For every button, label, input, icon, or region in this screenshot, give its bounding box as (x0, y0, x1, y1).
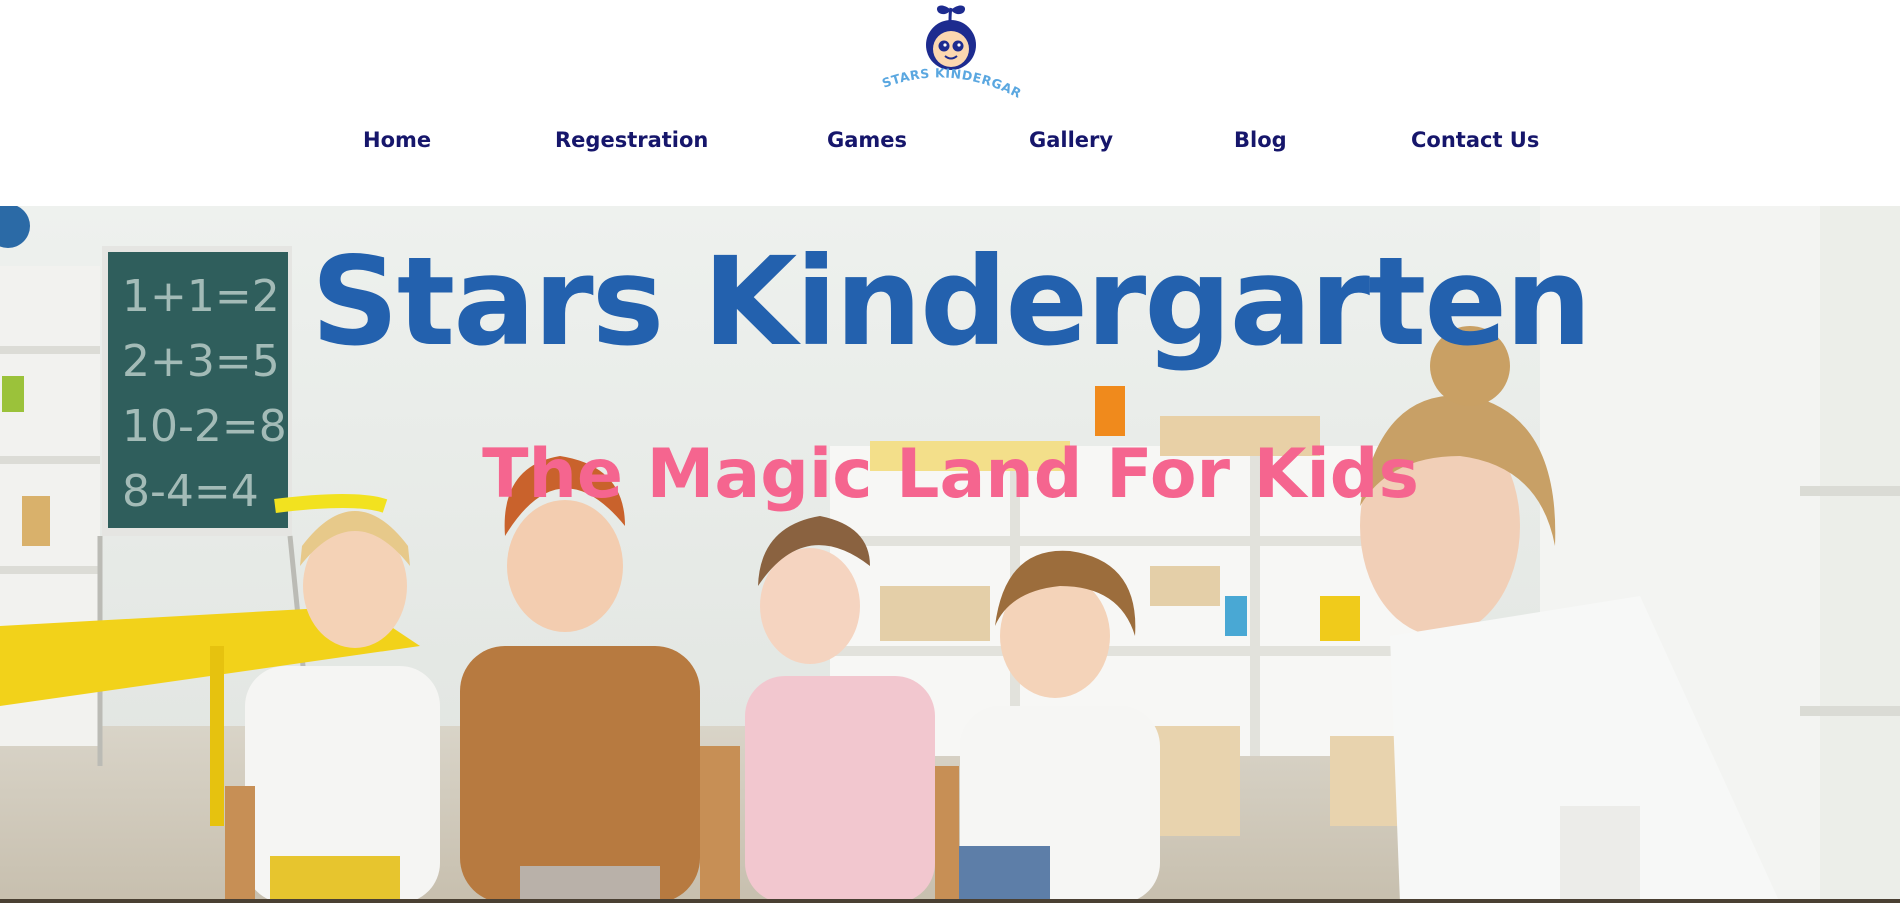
site-logo[interactable]: STARS KINDERGARTEN (872, 0, 1028, 112)
nav-gallery[interactable]: Gallery (1029, 128, 1113, 152)
site-header: STARS KINDERGARTEN Home Regestration Gam… (0, 0, 1901, 206)
nav-contact-us[interactable]: Contact Us (1411, 128, 1539, 152)
nav-registration[interactable]: Regestration (555, 128, 708, 152)
nav-blog[interactable]: Blog (1234, 128, 1287, 152)
nav-home[interactable]: Home (363, 128, 431, 152)
hero-subtitle: The Magic Land For Kids (482, 435, 1419, 514)
nav-games[interactable]: Games (827, 128, 907, 152)
hero-banner: 1+1=2 2+3=5 10-2=8 8-4=4 Stars Kindergar… (0, 206, 1901, 903)
hero-title: Stars Kindergarten (311, 231, 1592, 373)
